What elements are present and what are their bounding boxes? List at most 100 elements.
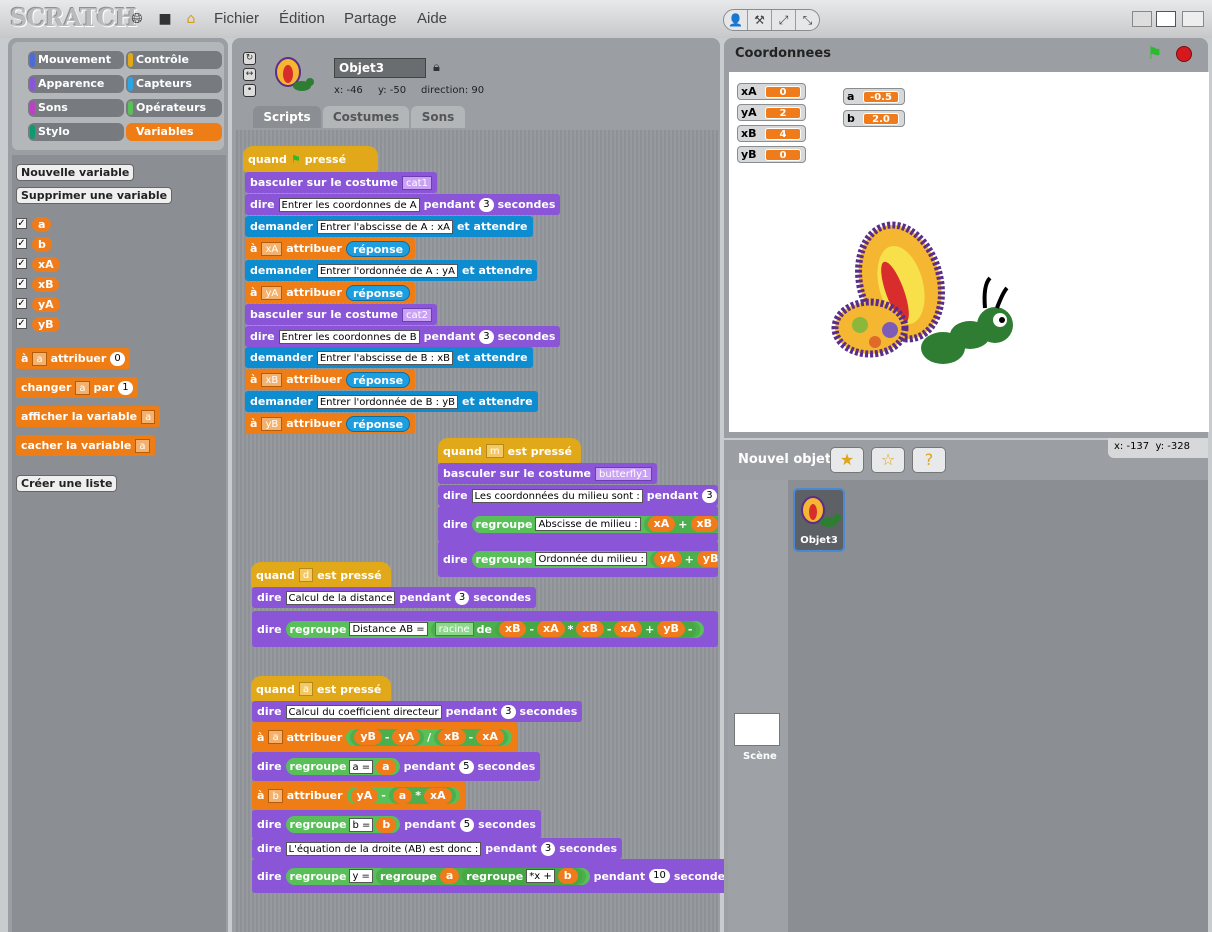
- menu-share[interactable]: Partage: [344, 10, 397, 27]
- presentation-icon[interactable]: [1182, 11, 1204, 27]
- switch-costume-block[interactable]: basculer sur le costume cat2: [245, 304, 437, 325]
- normal-stage-icon[interactable]: [1156, 11, 1176, 27]
- category-motion[interactable]: Mouvement: [28, 51, 124, 69]
- ask-block[interactable]: demander Entrer l'abscisse de A : xA et at…: [245, 216, 533, 237]
- var-monitor[interactable]: yB 0: [737, 146, 806, 163]
- say-block[interactable]: dire regroupe y = regroupe a regroupe *x + b pen…: [252, 859, 737, 893]
- lock-icon[interactable]: 🔒︎: [433, 60, 440, 75]
- var-xA-reporter[interactable]: xA: [32, 257, 60, 272]
- category-looks[interactable]: Apparence: [28, 75, 124, 93]
- set-var-block[interactable]: à yB attribuer réponse: [245, 413, 416, 434]
- var-yA-reporter[interactable]: yA: [32, 297, 60, 312]
- var-a-reporter[interactable]: a: [32, 217, 52, 232]
- ask-block[interactable]: demander Entrer l'ordonnée de B : yB et at…: [245, 391, 538, 412]
- set-var-block[interactable]: à b attribuer yA - a * xA: [252, 781, 465, 810]
- set-var-block[interactable]: à xB attribuer réponse: [245, 369, 416, 390]
- paint-sprite-icon[interactable]: ★: [830, 447, 864, 473]
- shrink-icon[interactable]: ⤡: [796, 10, 819, 30]
- tab-costumes[interactable]: Costumes: [323, 106, 409, 128]
- var-checkbox[interactable]: ✓: [16, 218, 27, 229]
- menu-edit[interactable]: Édition: [279, 10, 325, 27]
- ask-block[interactable]: demander Entrer l'ordonnée de A : yA et at…: [245, 260, 538, 281]
- say-block[interactable]: dire L'équation de la droite (AB) est don…: [252, 838, 623, 859]
- set-var-block[interactable]: à yA attribuer réponse: [245, 282, 416, 303]
- ask-block[interactable]: demander Entrer l'abscisse de B : xB et at…: [245, 347, 533, 368]
- sprite-name-field[interactable]: Objet3: [334, 58, 426, 78]
- random-sprite-icon[interactable]: ?: [912, 447, 946, 473]
- say-block[interactable]: dire regroupe Ordonnée du milieu : yA + yB: [438, 541, 718, 577]
- tab-scripts[interactable]: Scripts: [253, 106, 321, 128]
- subtract-operator[interactable]: yA - a * xA: [346, 787, 460, 804]
- category-control[interactable]: Contrôle: [126, 51, 222, 69]
- delete-icon[interactable]: ⚒: [748, 10, 772, 30]
- tab-sounds[interactable]: Sons: [411, 106, 465, 128]
- say-block[interactable]: dire regroupe b = b pendant 5 secondes: [252, 810, 541, 839]
- show-var-block[interactable]: afficher la variable a: [16, 406, 161, 427]
- hide-var-block[interactable]: cacher la variable a: [16, 435, 155, 456]
- stage-thumbnail[interactable]: [734, 713, 780, 746]
- var-monitor[interactable]: yA 2: [737, 104, 806, 121]
- menu-file[interactable]: Fichier: [214, 10, 259, 27]
- var-checkbox[interactable]: ✓: [16, 278, 27, 289]
- var-xB-reporter[interactable]: xB: [32, 277, 60, 292]
- category-sound[interactable]: Sons: [28, 99, 124, 117]
- when-key-hat[interactable]: quand a est pressé: [251, 676, 391, 702]
- join-operator[interactable]: regroupe Distance AB = racine de xB - xA * xB - xA…: [285, 620, 705, 638]
- set-var-block[interactable]: à a attribuer yB - yA / xB - xA: [252, 722, 517, 752]
- flip-icon[interactable]: ↔: [243, 68, 256, 81]
- new-list-button[interactable]: Créer une liste: [16, 475, 118, 492]
- join-operator[interactable]: regroupeAbscisse de milieu :xA+xB/: [471, 515, 718, 533]
- var-b-reporter[interactable]: b: [32, 237, 52, 252]
- say-block[interactable]: dire regroupe a = a pendant 5 secondes: [252, 752, 541, 781]
- green-flag-icon[interactable]: ⚑: [1147, 44, 1162, 64]
- share-icon[interactable]: ⌂: [182, 10, 200, 28]
- grow-icon[interactable]: ⤢: [772, 10, 796, 30]
- say-block[interactable]: dire regroupe Distance AB = racine de xB - xA * x…: [252, 611, 718, 647]
- var-monitor[interactable]: xA 0: [737, 83, 806, 100]
- switch-costume-block[interactable]: basculer sur le costume butterfly1: [438, 463, 658, 484]
- join-operator[interactable]: regroupe y = regroupe a regroupe *x + b: [285, 867, 590, 885]
- say-block[interactable]: dire Entrer les coordonnes de Bpendant 3 se…: [245, 326, 561, 347]
- category-variables[interactable]: Variables: [126, 123, 222, 141]
- category-pen[interactable]: Stylo: [28, 123, 124, 141]
- change-var-block[interactable]: changer a par 1: [16, 377, 138, 398]
- var-checkbox[interactable]: ✓: [16, 258, 27, 269]
- no-rotate-icon[interactable]: •: [243, 84, 256, 97]
- var-monitor[interactable]: a -0.5: [843, 88, 905, 105]
- join-operator[interactable]: regroupe b = b: [285, 816, 401, 833]
- say-block[interactable]: dire Les coordonnées du milieu sont : pend…: [438, 485, 718, 506]
- duplicate-icon[interactable]: 👤: [724, 10, 748, 30]
- butterfly-sprite[interactable]: [825, 220, 1020, 385]
- new-variable-button[interactable]: Nouvelle variable: [16, 164, 135, 181]
- import-sprite-icon[interactable]: ☆: [871, 447, 905, 473]
- say-block[interactable]: direregroupeAbscisse de milieu :xA+xB/: [438, 506, 718, 542]
- say-block[interactable]: dire Calcul de la distance pendant 3 seconde…: [252, 587, 537, 608]
- divide-operator[interactable]: yB - yA / xB - xA: [346, 728, 512, 746]
- join-operator[interactable]: regroupe a = a: [285, 758, 400, 775]
- save-icon[interactable]: ■: [156, 10, 174, 28]
- join-operator[interactable]: regroupe Ordonnée du milieu : yA + yB: [471, 550, 718, 568]
- category-operators[interactable]: Opérateurs: [126, 99, 222, 117]
- when-key-hat[interactable]: quand m est pressé: [438, 438, 581, 464]
- category-sensing[interactable]: Capteurs: [126, 75, 222, 93]
- say-block[interactable]: dire Calcul du coefficient directeur penda…: [252, 701, 583, 722]
- set-var-block[interactable]: à a attribuer 0: [16, 348, 130, 369]
- var-checkbox[interactable]: ✓: [16, 318, 27, 329]
- rotate-icon[interactable]: ↻: [243, 52, 256, 65]
- globe-icon[interactable]: 🌐︎: [128, 10, 146, 28]
- delete-variable-button[interactable]: Supprimer une variable: [16, 187, 173, 204]
- switch-costume-block[interactable]: basculer sur le costume cat1: [245, 172, 437, 193]
- var-yB-reporter[interactable]: yB: [32, 317, 60, 332]
- when-key-hat[interactable]: quand d est pressé: [251, 562, 391, 588]
- menu-help[interactable]: Aide: [417, 10, 447, 27]
- var-checkbox[interactable]: ✓: [16, 238, 27, 249]
- var-checkbox[interactable]: ✓: [16, 298, 27, 309]
- stop-icon[interactable]: [1176, 46, 1192, 62]
- var-monitor[interactable]: b 2.0: [843, 110, 905, 127]
- small-stage-icon[interactable]: [1132, 11, 1152, 27]
- set-var-block[interactable]: à xA attribuer réponse: [245, 238, 416, 259]
- when-flag-hat[interactable]: quand ⚑ pressé: [243, 146, 378, 172]
- say-block[interactable]: dire Entrer les coordonnes de Apendant 3 se…: [245, 194, 561, 215]
- var-monitor[interactable]: xB 4: [737, 125, 806, 142]
- sprite-tile[interactable]: Objet3: [793, 488, 845, 552]
